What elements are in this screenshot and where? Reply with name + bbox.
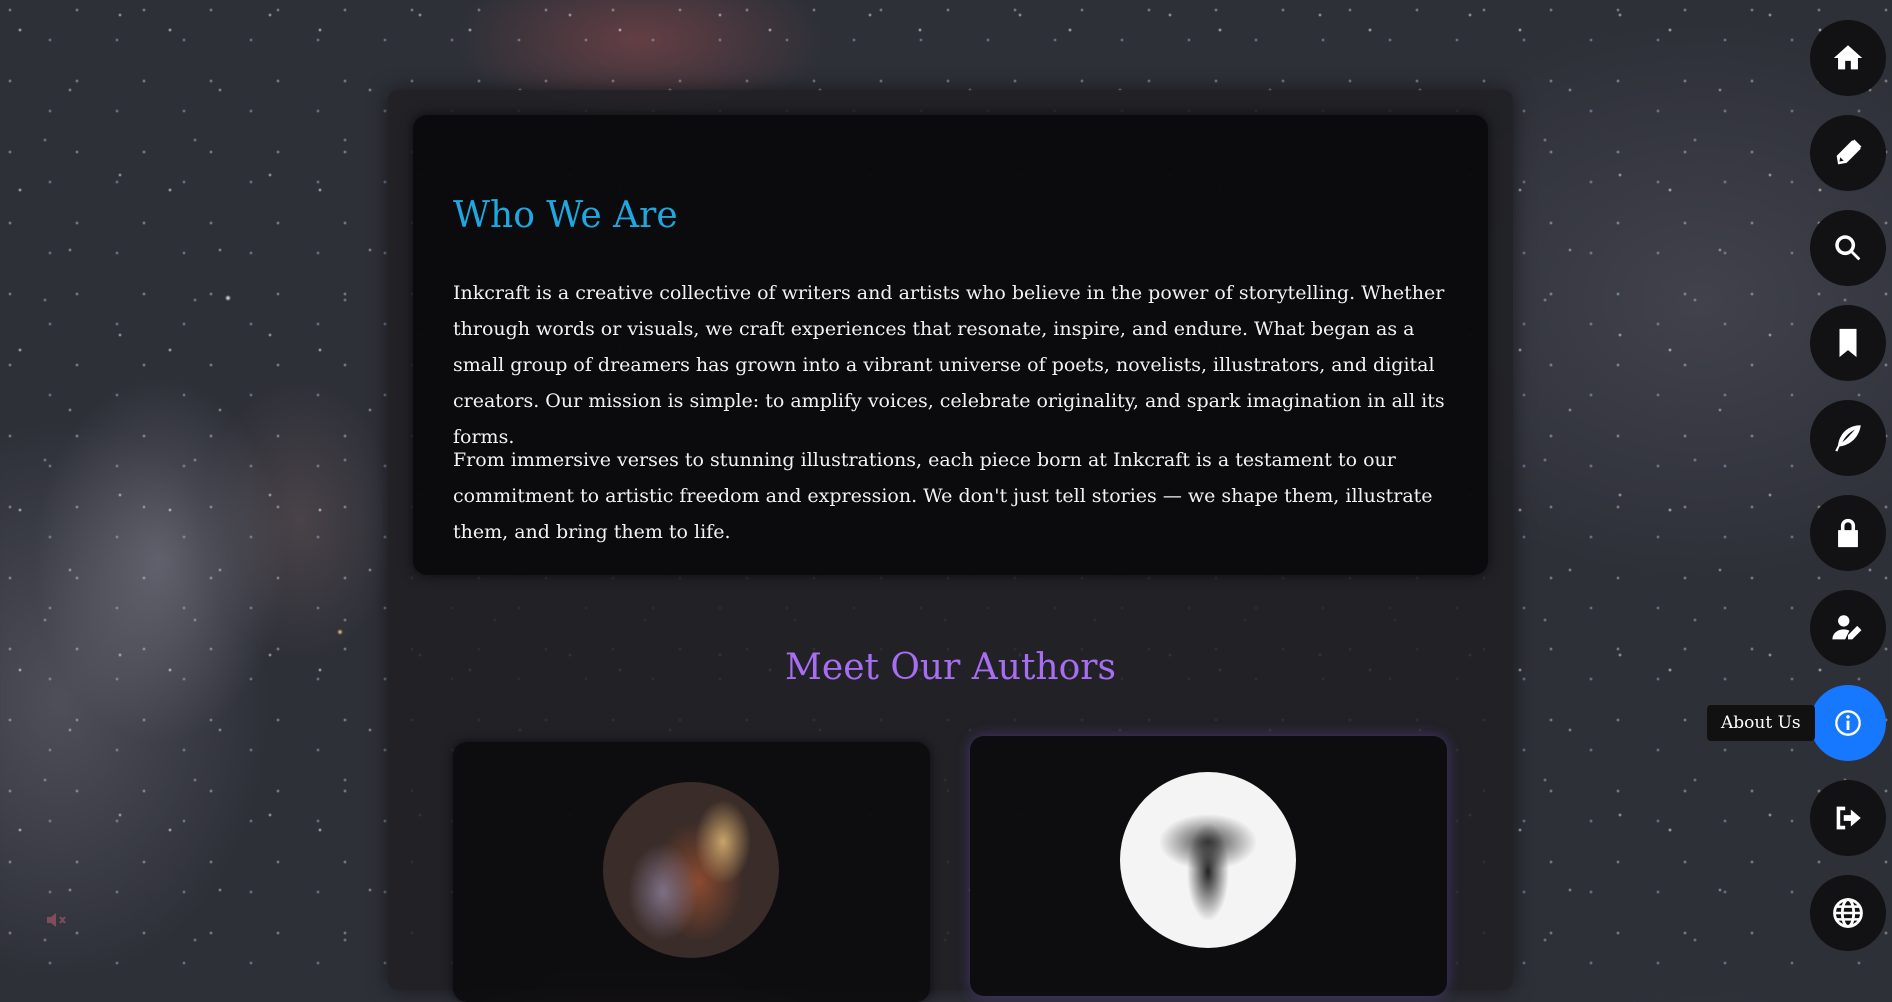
bookmark-icon	[1839, 328, 1857, 358]
author-card[interactable]	[970, 736, 1447, 996]
author-avatar[interactable]	[603, 782, 779, 958]
who-we-are-paragraph-1: Inkcraft is a creative collective of wri…	[453, 282, 1445, 448]
author-avatar[interactable]	[1120, 772, 1296, 948]
pen-icon	[1836, 139, 1862, 165]
feather-icon	[1835, 425, 1861, 452]
nav-feather-button[interactable]	[1810, 400, 1886, 476]
globe-icon	[1833, 898, 1863, 928]
nav-about-us-button[interactable]	[1810, 685, 1886, 761]
sign-out-icon	[1836, 806, 1861, 830]
info-icon	[1835, 710, 1861, 736]
search-icon	[1835, 235, 1861, 261]
nav-user-edit-button[interactable]	[1810, 590, 1886, 666]
nav-write-button[interactable]	[1810, 115, 1886, 191]
nav-search-button[interactable]	[1810, 210, 1886, 286]
mute-toggle[interactable]	[44, 908, 68, 932]
home-icon	[1833, 45, 1863, 70]
nav-language-button[interactable]	[1810, 875, 1886, 951]
who-we-are-card: Who We Are Inkcraft is a creative collec…	[413, 115, 1488, 575]
who-we-are-paragraph-2: From immersive verses to stunning illust…	[453, 449, 1433, 543]
nav-logout-button[interactable]	[1810, 780, 1886, 856]
who-we-are-title: Who We Are	[453, 195, 678, 236]
about-us-tooltip: About Us	[1707, 705, 1815, 741]
nav-home-button[interactable]	[1810, 20, 1886, 96]
lock-icon	[1838, 518, 1858, 548]
meet-our-authors-title: Meet Our Authors	[785, 647, 1116, 688]
nav-bookmark-button[interactable]	[1810, 305, 1886, 381]
nav-lock-button[interactable]	[1810, 495, 1886, 571]
user-edit-icon	[1832, 615, 1862, 640]
speaker-muted-icon	[47, 913, 66, 927]
author-card[interactable]	[453, 742, 930, 1002]
main-panel: Who We Are Inkcraft is a creative collec…	[388, 90, 1513, 1002]
